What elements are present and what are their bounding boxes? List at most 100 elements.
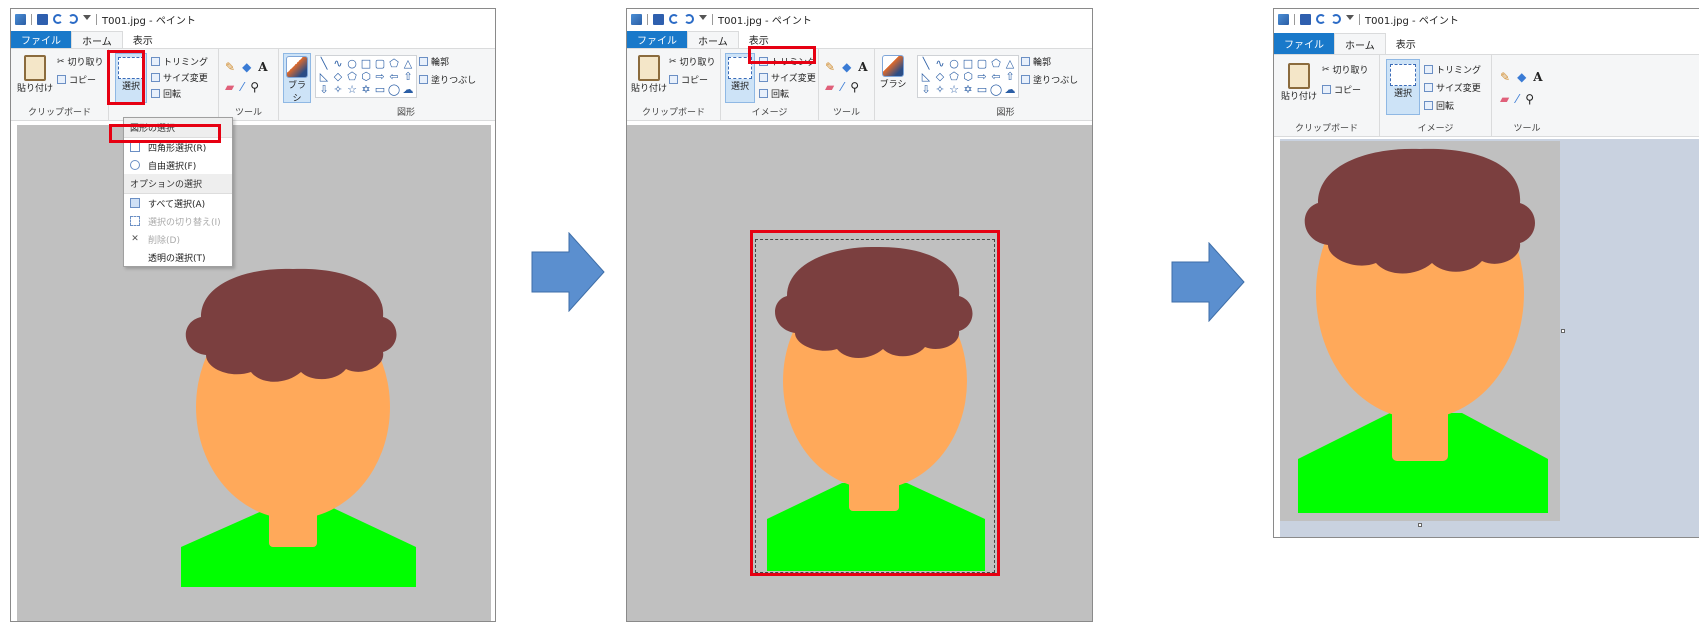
copy-button[interactable]: コピー <box>669 73 708 86</box>
redo-icon[interactable] <box>684 14 694 24</box>
cut-button[interactable]: ✂ 切り取り <box>1322 63 1369 77</box>
left-arrow-shape[interactable]: ⇦ <box>989 70 1003 83</box>
quick-access-dropdown-icon[interactable] <box>1346 15 1354 23</box>
redo-icon[interactable] <box>1331 14 1341 24</box>
save-icon[interactable] <box>1300 13 1311 25</box>
pencil-icon[interactable]: ✎ <box>225 61 235 73</box>
rotate-button[interactable]: 回転 <box>1424 99 1454 112</box>
quick-access-dropdown-icon[interactable] <box>83 15 91 23</box>
outline-button[interactable]: 輪郭 <box>1021 55 1051 68</box>
hexagon-shape[interactable]: ⬡ <box>961 70 975 83</box>
up-arrow-shape[interactable]: ⇧ <box>401 70 415 83</box>
callout-shape[interactable]: ▭ <box>975 83 989 96</box>
copy-button[interactable]: コピー <box>1322 83 1361 96</box>
cut-button[interactable]: ✂ 切り取り <box>57 55 104 69</box>
transparent-select-item[interactable]: 透明の選択(T) <box>124 248 232 266</box>
line-shape[interactable]: ╲ <box>317 57 331 70</box>
triangle-shape[interactable]: △ <box>401 57 415 70</box>
four-star-shape[interactable]: ✧ <box>331 83 345 96</box>
brush-button[interactable]: ブラシ <box>879 53 907 103</box>
four-star-shape[interactable]: ✧ <box>933 83 947 96</box>
down-arrow-shape[interactable]: ⇩ <box>919 83 933 96</box>
hexagon-shape[interactable]: ⬡ <box>359 70 373 83</box>
rounded-rectangle-shape[interactable]: ▢ <box>373 57 387 70</box>
right-arrow-shape[interactable]: ⇨ <box>975 70 989 83</box>
magnifier-icon[interactable]: ⚲ <box>250 81 259 93</box>
resize-button[interactable]: サイズ変更 <box>151 71 208 84</box>
left-arrow-shape[interactable]: ⇦ <box>387 70 401 83</box>
diamond-shape[interactable]: ◇ <box>331 70 345 83</box>
oval-shape[interactable]: ○ <box>947 57 961 70</box>
tab-file[interactable]: ファイル <box>627 31 687 48</box>
quick-access-dropdown-icon[interactable] <box>699 15 707 23</box>
diamond-shape[interactable]: ◇ <box>933 70 947 83</box>
redo-icon[interactable] <box>68 14 78 24</box>
cut-button[interactable]: ✂ 切り取り <box>669 55 716 69</box>
six-star-shape[interactable]: ✡ <box>359 83 373 96</box>
cloud-callout-shape[interactable]: ☁ <box>1003 83 1017 96</box>
save-icon[interactable] <box>37 13 48 25</box>
free-select-item[interactable]: 自由選択(F) <box>124 156 232 174</box>
rounded-rectangle-shape[interactable]: ▢ <box>975 57 989 70</box>
fill-button[interactable]: 塗りつぶし <box>419 73 476 86</box>
text-icon[interactable]: A <box>1533 71 1542 83</box>
rectangle-shape[interactable]: □ <box>961 57 975 70</box>
callout-shape[interactable]: ▭ <box>373 83 387 96</box>
pencil-icon[interactable]: ✎ <box>1500 71 1510 83</box>
copy-button[interactable]: コピー <box>57 73 96 86</box>
fill-bucket-icon[interactable]: ◆ <box>1517 71 1526 83</box>
fill-bucket-icon[interactable]: ◆ <box>842 61 851 73</box>
delete-item[interactable]: ✕ 削除(D) <box>124 230 232 248</box>
curve-shape[interactable]: ∿ <box>331 57 345 70</box>
rotate-button[interactable]: 回転 <box>759 87 789 100</box>
rotate-button[interactable]: 回転 <box>151 87 181 100</box>
undo-icon[interactable] <box>669 14 679 24</box>
canvas-area[interactable] <box>17 125 491 621</box>
paste-button[interactable]: 貼り付け <box>17 55 53 94</box>
right-triangle-shape[interactable]: ◺ <box>317 70 331 83</box>
right-triangle-shape[interactable]: ◺ <box>919 70 933 83</box>
pentagon-shape[interactable]: ⬠ <box>345 70 359 83</box>
tab-view[interactable]: 表示 <box>123 31 163 48</box>
tab-home[interactable]: ホーム <box>687 31 739 48</box>
brush-button[interactable]: ブラシ <box>283 53 311 104</box>
text-icon[interactable]: A <box>858 61 867 73</box>
rectangle-shape[interactable]: □ <box>359 57 373 70</box>
fill-button[interactable]: 塗りつぶし <box>1021 73 1078 86</box>
tab-file[interactable]: ファイル <box>1274 33 1334 54</box>
line-shape[interactable]: ╲ <box>919 57 933 70</box>
five-star-shape[interactable]: ☆ <box>345 83 359 96</box>
down-arrow-shape[interactable]: ⇩ <box>317 83 331 96</box>
shapes-gallery[interactable]: ╲ ∿ ○ □ ▢ ⬠ △ ◺ ◇ ⬠ ⬡ ⇨ ⇦ ⇧ ⇩ ✧ ☆ ✡ ▭ ◯ ☁ <box>917 55 1019 98</box>
crop-button[interactable]: トリミング <box>1424 63 1481 76</box>
save-icon[interactable] <box>653 13 664 25</box>
resize-button[interactable]: サイズ変更 <box>1424 81 1481 94</box>
polygon-shape[interactable]: ⬠ <box>989 57 1003 70</box>
text-icon[interactable]: A <box>258 61 267 73</box>
six-star-shape[interactable]: ✡ <box>961 83 975 96</box>
oval-shape[interactable]: ○ <box>345 57 359 70</box>
right-arrow-shape[interactable]: ⇨ <box>373 70 387 83</box>
curve-shape[interactable]: ∿ <box>933 57 947 70</box>
eraser-icon[interactable]: ▰ <box>1500 93 1509 105</box>
magnifier-icon[interactable]: ⚲ <box>850 81 859 93</box>
color-picker-icon[interactable]: ⁄ <box>841 81 843 93</box>
magnifier-icon[interactable]: ⚲ <box>1525 93 1534 105</box>
canvas-area[interactable] <box>1280 139 1699 537</box>
triangle-shape[interactable]: △ <box>1003 57 1017 70</box>
five-star-shape[interactable]: ☆ <box>947 83 961 96</box>
invert-select-item[interactable]: 選択の切り替え(I) <box>124 212 232 230</box>
select-all-item[interactable]: すべて選択(A) <box>124 194 232 212</box>
undo-icon[interactable] <box>1316 14 1326 24</box>
resize-handle-right[interactable] <box>1561 329 1565 333</box>
tab-home[interactable]: ホーム <box>71 31 123 48</box>
shapes-gallery[interactable]: ╲ ∿ ○ □ ▢ ⬠ △ ◺ ◇ ⬠ ⬡ ⇨ ⇦ ⇧ ⇩ ✧ ☆ ✡ ▭ ◯ ☁ <box>315 55 417 98</box>
resize-button[interactable]: サイズ変更 <box>759 71 816 84</box>
paste-button[interactable]: 貼り付け <box>631 55 667 94</box>
eraser-icon[interactable]: ▰ <box>225 81 234 93</box>
eraser-icon[interactable]: ▰ <box>825 81 834 93</box>
up-arrow-shape[interactable]: ⇧ <box>1003 70 1017 83</box>
paste-button[interactable]: 貼り付け <box>1280 63 1318 102</box>
resize-handle-bottom[interactable] <box>1418 523 1422 527</box>
select-button[interactable]: 選択 <box>1386 59 1420 115</box>
